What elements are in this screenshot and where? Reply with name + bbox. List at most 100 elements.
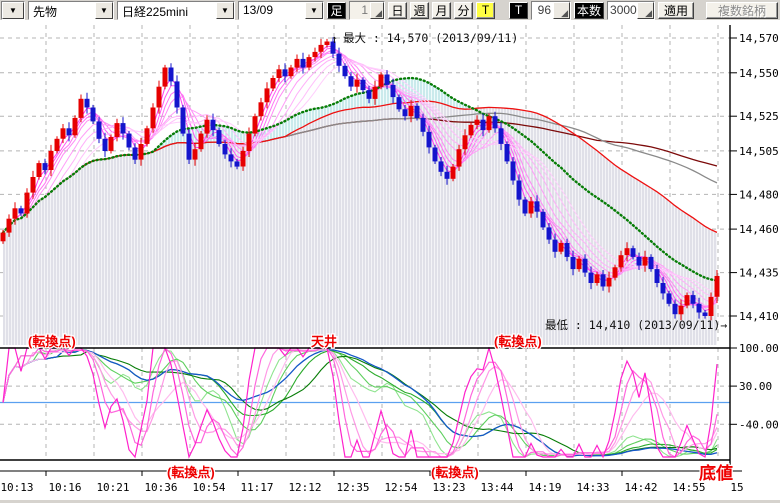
time-tick-label: 10:36 [144,481,177,494]
signal-label-bottom: (転換点) [167,465,215,480]
chart-canvas[interactable]: 14,57014,55014,52514,50514,48014,46014,4… [0,20,780,500]
chevron-down-icon: ▼ [305,2,323,19]
price-tick-label: 14,525 [739,110,779,123]
candle-body [469,125,474,135]
ashi-button[interactable]: 足 [327,2,346,19]
candle-body [415,106,420,118]
bars-label-button[interactable]: 本数 [574,2,604,19]
candle-body [133,148,138,160]
candle-body [91,108,96,122]
candle-body [199,134,204,150]
oscillator-tick-label: -40.00 [739,418,779,431]
spinner-icon[interactable]: ◢ [637,2,654,19]
symbol-select[interactable]: 日経225mini ▼ [117,1,235,20]
time-tick-label: 14:33 [576,481,609,494]
interval-input[interactable]: 1 ◢ [349,1,385,20]
chart-area: 14,57014,55014,52514,50514,48014,46014,4… [0,20,780,500]
candle-body [697,304,702,313]
candle-body [313,52,318,57]
candle-body [433,148,438,162]
period-tick-button[interactable]: T [476,2,495,19]
candle-body [127,134,132,148]
price-tick-label: 14,505 [739,145,779,158]
category-select[interactable]: 先物 ▼ [28,1,114,20]
contract-value: 13/09 [239,2,305,19]
candle-body [379,75,384,87]
candle-body [217,130,222,144]
spinner-icon[interactable]: ◢ [370,2,384,19]
candle-body [367,90,372,99]
candle-body [349,76,354,86]
candle-body [235,161,240,166]
tick-type-button[interactable]: T [509,2,528,19]
candle-body [55,139,60,151]
candle-body [385,75,390,85]
candle-body [277,69,282,78]
candle-body [109,137,114,151]
contract-select[interactable]: 13/09 ▼ [238,1,324,20]
period-day-button[interactable]: 日 [388,2,407,19]
candle-body [673,304,678,314]
candle-body [337,54,342,66]
price-tick-label: 14,410 [739,310,779,323]
candle-body [193,149,198,159]
candle-body [13,208,18,218]
tick-count-input[interactable]: 96 ◢ [531,1,571,20]
chevron-down-icon: ▼ [95,2,113,19]
candle-body [667,293,672,303]
candle-body [679,306,684,315]
tick-count-value: 96 [532,2,553,19]
candle-body [271,78,276,88]
candle-body [427,132,432,148]
oscillator-tick-label: 30.00 [739,380,772,393]
candle-body [559,243,564,252]
candle-body [535,201,540,211]
apply-button[interactable]: 適用 [658,2,694,19]
category-value: 先物 [29,2,95,19]
candle-body [223,144,228,154]
interval-value: 1 [350,2,370,19]
candle-body [181,108,186,134]
period-minute-button[interactable]: 分 [454,2,473,19]
candle-body [481,120,486,130]
candle-body [577,259,582,269]
period-month-button[interactable]: 月 [432,2,451,19]
candle-body [487,116,492,130]
toolbar: ▼ 先物 ▼ 日経225mini ▼ 13/09 ▼ 足 1 ◢ 日 週 月 分… [0,0,780,20]
candle-body [589,273,594,283]
candle-body [511,161,516,180]
spinner-icon[interactable]: ◢ [553,2,570,19]
candle-body [319,45,324,52]
price-tick-label: 14,435 [739,267,779,280]
candle-body [373,87,378,99]
candle-body [289,68,294,77]
candle-body [79,99,84,118]
time-tick-label: 10:21 [96,481,129,494]
candle-body [499,128,504,144]
candle-body [205,120,210,134]
candle-body [283,69,288,76]
max-annotation: 最大 : 14,570 (2013/09/11) [343,31,518,45]
candle-body [583,259,588,273]
candle-body [241,151,246,167]
price-tick-label: 14,460 [739,223,779,236]
period-week-button[interactable]: 週 [410,2,429,19]
candle-body [421,118,426,132]
candle-body [211,120,216,130]
mini-dropdown[interactable]: ▼ [1,1,25,20]
time-tick-label: 10:13 [0,481,33,494]
candle-body [175,81,180,107]
candle-body [601,274,606,286]
candle-body [703,313,708,317]
candle-body [691,295,696,304]
candle-body [343,66,348,76]
time-tick-label: 12:12 [288,481,321,494]
candle-body [637,257,642,266]
bars-count-input[interactable]: 3000 ◢ [607,1,655,20]
candle-body [247,134,252,151]
candle-body [625,248,630,255]
signal-label-bottom: (転換点) [431,465,479,480]
candle-body [115,123,120,137]
candle-body [355,80,360,87]
time-tick-label: 13:44 [480,481,513,494]
